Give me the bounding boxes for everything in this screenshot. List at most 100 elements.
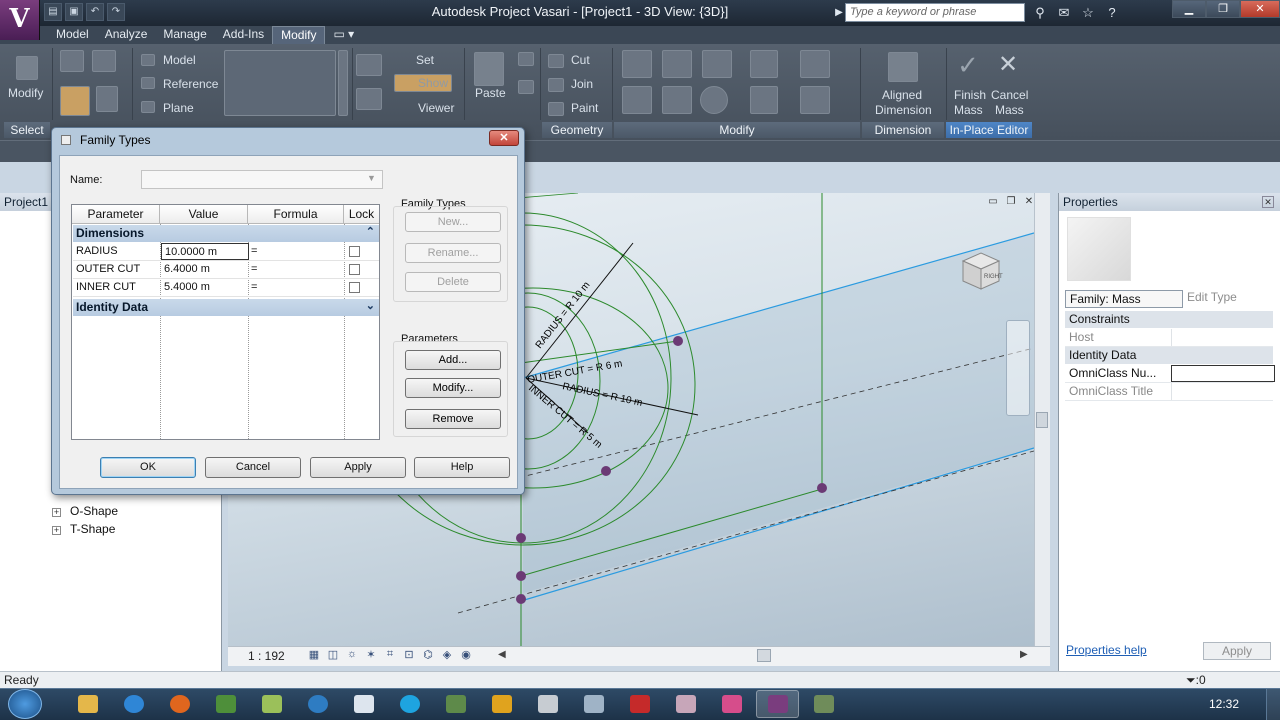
mail-icon[interactable]: [664, 690, 707, 718]
media-player-icon[interactable]: [296, 690, 339, 718]
lock-checkbox[interactable]: [349, 282, 360, 293]
add-parameter-button[interactable]: Add...: [405, 350, 501, 370]
properties-help-link[interactable]: Properties help: [1066, 643, 1147, 657]
column-header-value[interactable]: Value: [160, 205, 248, 224]
apply-button[interactable]: Apply: [310, 457, 406, 478]
finish-mass-label-2[interactable]: Mass: [954, 103, 983, 117]
sun-path-icon[interactable]: ☼: [344, 648, 360, 663]
mirror-icon[interactable]: [702, 50, 732, 78]
property-group-identity-data[interactable]: Identity Data: [1065, 347, 1273, 364]
help-button[interactable]: Help: [414, 457, 510, 478]
ribbon-minimize-icon[interactable]: ▭ ▾: [325, 26, 362, 44]
view-scale[interactable]: 1 : 192: [248, 649, 285, 663]
column-header-lock[interactable]: Lock: [344, 205, 379, 224]
remove-parameter-button[interactable]: Remove: [405, 409, 501, 429]
value-input[interactable]: 10.0000 m: [161, 243, 249, 260]
search-input[interactable]: Type a keyword or phrase: [845, 3, 1025, 22]
skype-icon[interactable]: [388, 690, 431, 718]
show-crop-icon[interactable]: ⊡: [401, 648, 417, 663]
tab-analyze[interactable]: Analyze: [97, 26, 156, 44]
paste-icon[interactable]: [474, 52, 504, 86]
cube-app-icon[interactable]: [572, 690, 615, 718]
family-category-icon[interactable]: [96, 86, 118, 112]
name-dropdown[interactable]: [141, 170, 383, 189]
lock-checkbox[interactable]: [349, 264, 360, 275]
application-menu-button[interactable]: V: [0, 0, 40, 40]
reference-line-button[interactable]: Reference: [163, 77, 218, 91]
rename-type-button[interactable]: Rename...: [405, 243, 501, 263]
tools-icon[interactable]: [802, 690, 845, 718]
set-workplane-button[interactable]: Set: [416, 53, 434, 67]
aligned-dimension-label[interactable]: Aligned: [882, 88, 922, 102]
chevron-down-icon[interactable]: ▼: [367, 173, 376, 183]
edit-type-button[interactable]: Edit Type: [1187, 290, 1237, 304]
copy-icon[interactable]: [518, 52, 534, 66]
ok-button[interactable]: OK: [100, 457, 196, 478]
reference-plane-button[interactable]: Plane: [163, 101, 194, 115]
visual-style-icon[interactable]: ◫: [325, 648, 341, 663]
finish-mass-check-icon[interactable]: ✓: [956, 52, 980, 78]
group-dimensions[interactable]: Dimensions ⌃: [73, 225, 379, 242]
cut-geometry-button[interactable]: Cut: [571, 53, 590, 67]
scroll-left-icon[interactable]: ◀: [498, 649, 506, 660]
temporary-hide-icon[interactable]: ◈: [439, 648, 455, 663]
dialog-close-icon[interactable]: ✕: [489, 130, 519, 146]
viewport-horizontal-scroll-thumb[interactable]: [757, 649, 771, 662]
collapse-chevron-icon[interactable]: ⌃: [366, 225, 375, 238]
column-header-parameter[interactable]: Parameter: [72, 205, 160, 224]
modify-button[interactable]: Modify: [8, 86, 43, 100]
expand-t-shape-icon[interactable]: +: [52, 526, 61, 535]
tab-manage[interactable]: Manage: [155, 26, 214, 44]
properties-icon[interactable]: [60, 50, 84, 72]
family-types-icon[interactable]: [60, 86, 90, 116]
offset-icon[interactable]: [662, 50, 692, 78]
new-type-button[interactable]: New...: [405, 212, 501, 232]
tab-add-ins[interactable]: Add-Ins: [215, 26, 272, 44]
start-button[interactable]: [8, 689, 42, 719]
value-field[interactable]: 6.4000 m: [161, 261, 249, 278]
paint-icon[interactable]: [548, 102, 564, 116]
column-header-formula[interactable]: Formula: [248, 205, 344, 224]
cancel-button[interactable]: Cancel: [205, 457, 301, 478]
viewport-restore-icon[interactable]: ❐: [1004, 196, 1018, 208]
panel-select[interactable]: Select: [4, 122, 50, 138]
firefox-icon[interactable]: [158, 690, 201, 718]
taskbar-clock[interactable]: 12:32: [1196, 697, 1252, 711]
array-icon[interactable]: [800, 50, 830, 78]
scale-icon[interactable]: [800, 86, 830, 114]
align-icon[interactable]: [622, 50, 652, 78]
outlook-icon[interactable]: [480, 690, 523, 718]
draw-gallery-scroll[interactable]: [338, 50, 348, 116]
panel-dimension[interactable]: Dimension: [862, 122, 944, 138]
notepad-icon[interactable]: [250, 690, 293, 718]
minimize-icon[interactable]: ▁: [1172, 0, 1206, 18]
explorer-icon[interactable]: [66, 690, 109, 718]
model-line-icon[interactable]: [141, 54, 155, 66]
search-expand-icon[interactable]: ▶: [833, 3, 845, 22]
formula-field[interactable]: =: [251, 263, 257, 275]
workplane-icon[interactable]: [356, 54, 382, 76]
navigation-bar[interactable]: [1006, 320, 1030, 416]
cancel-mass-button[interactable]: Cancel: [991, 88, 1028, 102]
documents-icon[interactable]: [342, 690, 385, 718]
cut-clipboard-icon[interactable]: [518, 80, 534, 94]
scroll-right-icon[interactable]: ▶: [1020, 649, 1028, 660]
selection-filter[interactable]: ⏷:0: [1186, 673, 1206, 688]
rotate-icon[interactable]: [700, 86, 728, 114]
viewcube[interactable]: RIGHT: [955, 247, 1005, 295]
cancel-mass-label-2[interactable]: Mass: [995, 103, 1024, 117]
tree-item-o-shape[interactable]: O-Shape: [70, 504, 118, 518]
restore-icon[interactable]: ❐: [1206, 0, 1240, 18]
hard-drive-icon[interactable]: [526, 690, 569, 718]
expand-o-shape-icon[interactable]: +: [52, 508, 61, 517]
group-identity-data[interactable]: Identity Data ⌄: [73, 299, 379, 316]
lock-view-icon[interactable]: ⌬: [420, 648, 436, 663]
properties-close-icon[interactable]: ✕: [1262, 196, 1274, 208]
properties-apply-button[interactable]: Apply: [1203, 642, 1271, 660]
model-line-button[interactable]: Model: [163, 53, 196, 67]
shadows-icon[interactable]: ✶: [363, 648, 379, 663]
formula-field[interactable]: =: [251, 281, 257, 293]
draw-tools-gallery[interactable]: [224, 50, 336, 116]
crop-view-icon[interactable]: ⌗: [382, 648, 398, 663]
split-icon[interactable]: [750, 50, 778, 78]
